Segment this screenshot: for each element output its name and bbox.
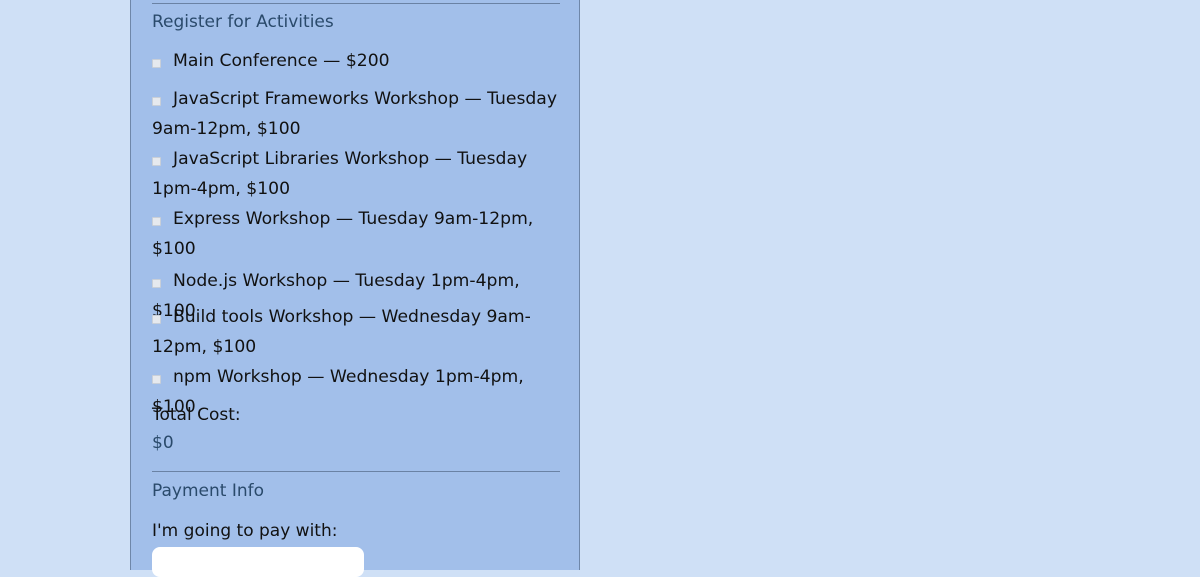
activity-express[interactable]: Express Workshop — Tuesday 9am-12pm, $10… xyxy=(152,204,562,264)
payment-method-label: I'm going to pay with: xyxy=(152,521,338,541)
activity-build-tools[interactable]: Build tools Workshop — Wednesday 9am-12p… xyxy=(152,302,562,362)
payment-method-select[interactable] xyxy=(152,547,364,577)
activity-checkbox[interactable] xyxy=(152,315,161,324)
activity-main-conference[interactable]: Main Conference — $200 xyxy=(152,46,562,76)
activities-legend: Register for Activities xyxy=(152,12,334,32)
activity-checkbox[interactable] xyxy=(152,375,161,384)
activity-checkbox[interactable] xyxy=(152,97,161,106)
activity-checkbox[interactable] xyxy=(152,157,161,166)
activity-checkbox[interactable] xyxy=(152,59,161,68)
registration-form-panel: Register for Activities Main Conference … xyxy=(130,0,580,577)
activity-label: Main Conference — $200 xyxy=(173,51,390,71)
activity-label: JavaScript Libraries Workshop — Tuesday … xyxy=(152,149,528,199)
activity-label: Build tools Workshop — Wednesday 9am-12p… xyxy=(152,307,531,357)
payment-legend: Payment Info xyxy=(152,481,265,501)
activity-label: Express Workshop — Tuesday 9am-12pm, $10… xyxy=(152,209,534,259)
activity-checkbox[interactable] xyxy=(152,217,161,226)
activity-label: JavaScript Frameworks Workshop — Tuesday… xyxy=(152,89,558,139)
total-cost-label: Total Cost: xyxy=(152,405,241,425)
activity-checkbox[interactable] xyxy=(152,279,161,288)
activity-js-frameworks[interactable]: JavaScript Frameworks Workshop — Tuesday… xyxy=(152,84,562,144)
section-divider xyxy=(152,471,560,472)
activity-js-libraries[interactable]: JavaScript Libraries Workshop — Tuesday … xyxy=(152,144,562,204)
total-cost-value: $0 xyxy=(152,433,174,453)
section-divider xyxy=(152,3,560,4)
